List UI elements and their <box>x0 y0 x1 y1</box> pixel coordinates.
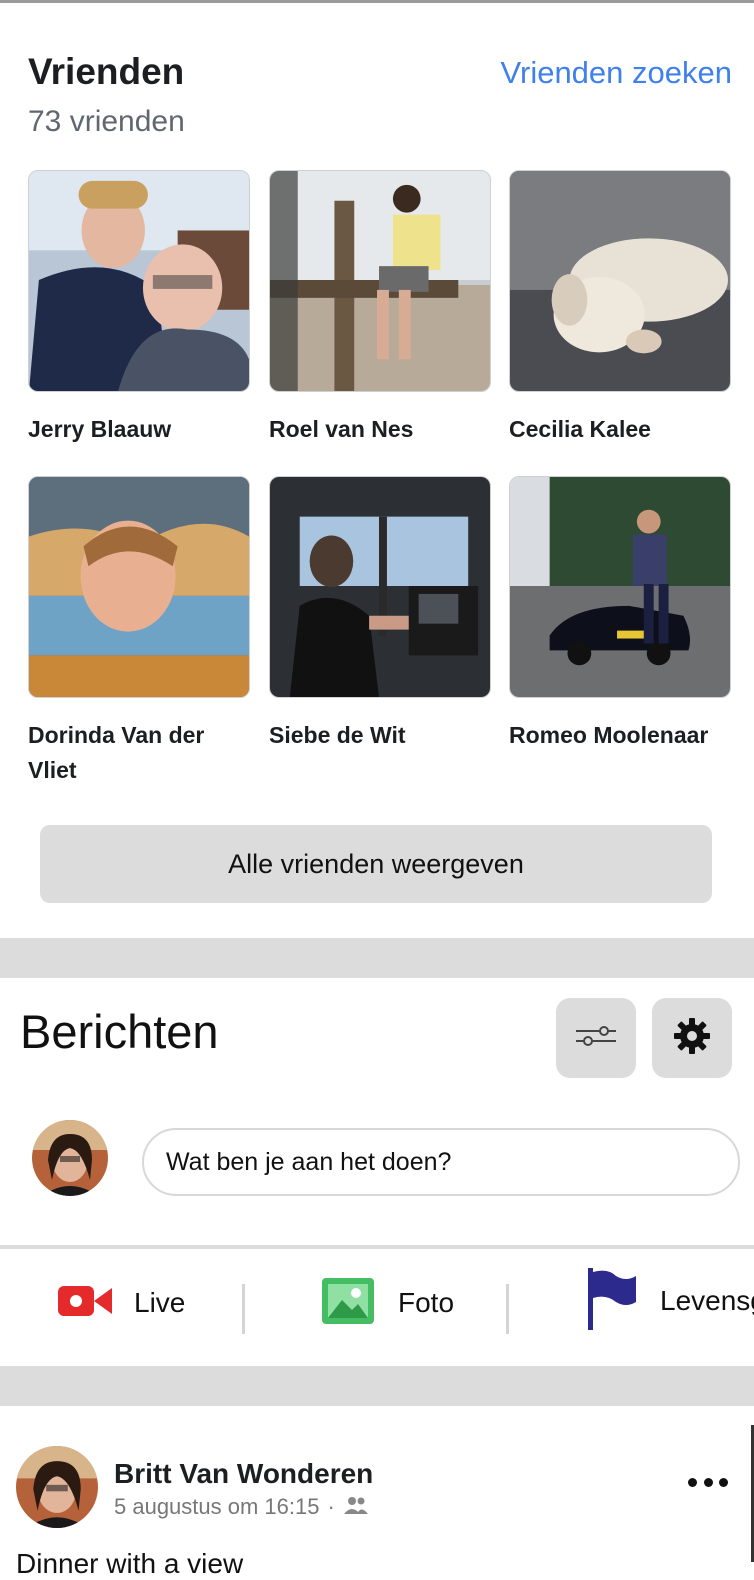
post-date[interactable]: 5 augustus om 16:15 <box>114 1494 319 1520</box>
friend-photo[interactable] <box>28 476 250 698</box>
gear-icon <box>672 1016 712 1061</box>
friend-card[interactable]: Romeo Moolenaar <box>509 476 731 753</box>
filter-button[interactable] <box>556 998 636 1078</box>
status-composer-input[interactable]: Wat ben je aan het doen? <box>142 1128 740 1196</box>
sliders-icon <box>574 1024 618 1053</box>
find-friends-link[interactable]: Vrienden zoeken <box>500 55 732 91</box>
posts-title: Berichten <box>20 1005 219 1058</box>
friend-name[interactable]: Roel van Nes <box>269 412 491 447</box>
composer-placeholder: Wat ben je aan het doen? <box>166 1147 452 1176</box>
action-separator <box>506 1284 509 1334</box>
settings-button[interactable] <box>652 998 732 1078</box>
friend-photo[interactable] <box>269 170 491 392</box>
friend-card[interactable]: Cecilia Kalee <box>509 170 731 447</box>
friends-count: 73 vrienden <box>28 105 185 138</box>
post-author-name[interactable]: Britt Van Wonderen <box>114 1458 373 1490</box>
flag-icon <box>586 1267 638 1335</box>
meta-separator: · <box>327 1494 335 1519</box>
photo-label: Foto <box>398 1287 455 1318</box>
friend-name[interactable]: Jerry Blaauw <box>28 412 250 447</box>
friend-card[interactable]: Jerry Blaauw <box>28 170 250 447</box>
post-author-avatar[interactable] <box>16 1446 98 1528</box>
user-avatar[interactable] <box>32 1120 108 1196</box>
live-label: Live <box>134 1287 186 1318</box>
section-divider <box>0 1366 754 1406</box>
friend-photo[interactable] <box>269 476 491 698</box>
all-friends-button[interactable]: Alle vrienden weergeven <box>40 825 712 903</box>
friend-name[interactable]: Dorinda Van der Vliet <box>28 718 250 788</box>
dot <box>719 1477 728 1487</box>
friends-section: Vrienden 73 vrienden Vrienden zoeken Jer… <box>0 3 754 938</box>
friend-photo[interactable] <box>28 170 250 392</box>
friends-title: Vrienden <box>28 51 185 92</box>
friend-photo[interactable] <box>509 170 731 392</box>
friend-name[interactable]: Cecilia Kalee <box>509 412 731 447</box>
friend-card[interactable]: Siebe de Wit <box>269 476 491 753</box>
friends-icon <box>343 1494 369 1520</box>
live-action-button[interactable]: Live <box>58 1268 185 1338</box>
friend-name[interactable]: Siebe de Wit <box>269 718 491 753</box>
post-text: Dinner with a view <box>16 1548 244 1579</box>
dot <box>703 1477 713 1487</box>
composer-divider <box>0 1245 754 1249</box>
friend-card[interactable]: Dorinda Van der Vliet <box>28 476 250 788</box>
photo-icon <box>320 1276 376 1331</box>
video-camera-icon <box>58 1284 112 1323</box>
dot <box>688 1477 697 1487</box>
action-separator <box>242 1284 245 1334</box>
life-event-label: Levensg <box>660 1285 754 1316</box>
friend-photo[interactable] <box>509 476 731 698</box>
friend-name[interactable]: Romeo Moolenaar <box>509 718 731 753</box>
photo-action-button[interactable]: Foto <box>320 1268 454 1338</box>
more-options-button[interactable] <box>688 1470 728 1494</box>
friend-card[interactable]: Roel van Nes <box>269 170 491 447</box>
post-meta: 5 augustus om 16:15 · <box>114 1494 369 1520</box>
life-event-action-button[interactable]: Levensg <box>586 1266 754 1336</box>
section-divider <box>0 938 754 978</box>
